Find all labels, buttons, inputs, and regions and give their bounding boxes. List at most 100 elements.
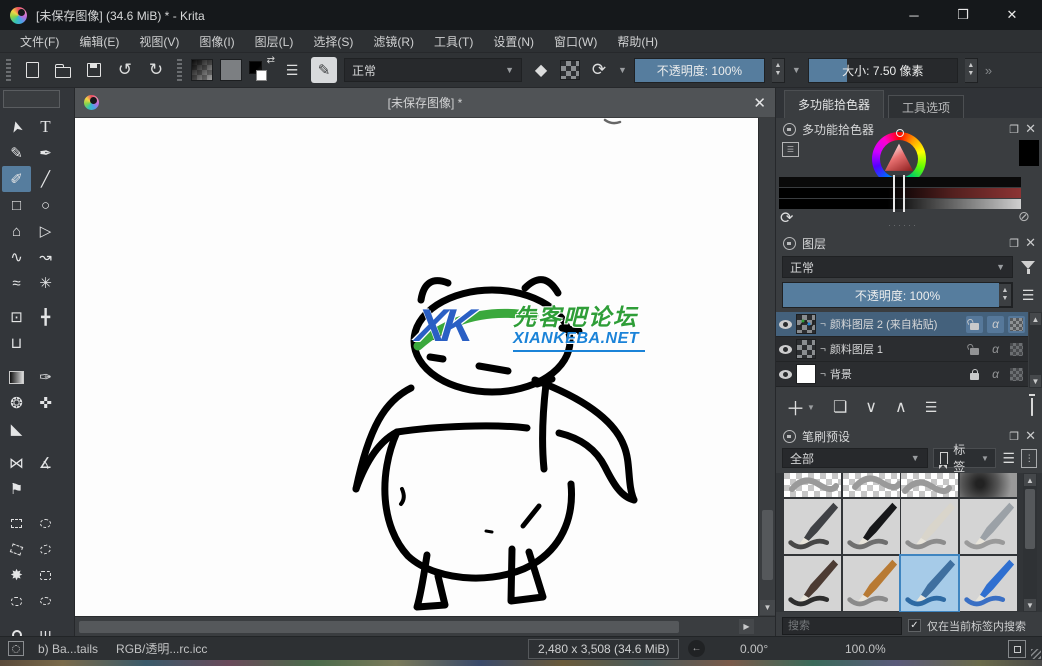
visibility-eye-icon[interactable] bbox=[779, 345, 792, 354]
bar-handles[interactable] bbox=[893, 175, 905, 212]
vertical-scroll-thumb[interactable] bbox=[762, 510, 773, 580]
menu-image[interactable]: 图像(I) bbox=[189, 33, 244, 50]
preset-filter-dropdown[interactable]: 全部 ▼ bbox=[782, 448, 928, 468]
layer-thumbnail[interactable] bbox=[796, 314, 816, 334]
saturation-triangle[interactable] bbox=[884, 143, 914, 174]
layer-opacity-spinner[interactable]: ▲▼ bbox=[999, 283, 1012, 307]
delete-layer-button[interactable] bbox=[1031, 398, 1033, 416]
layer-opacity-slider[interactable]: 不透明度: 100% ▲▼ bbox=[782, 282, 1013, 308]
color-settings-icon[interactable]: ☰ bbox=[782, 142, 799, 157]
brush-preset-pen-silver[interactable] bbox=[960, 499, 1017, 554]
tool-crop[interactable]: ⊔ bbox=[2, 330, 31, 356]
layer-thumbnail[interactable] bbox=[796, 339, 816, 359]
duplicate-layer-button[interactable]: ❏ bbox=[833, 397, 847, 417]
tool-freehand-select[interactable] bbox=[31, 536, 60, 562]
tool-bezier-select[interactable] bbox=[2, 588, 31, 614]
brush-preset-watercolor-blue-selected[interactable] bbox=[901, 556, 958, 611]
refresh-colors-icon[interactable]: ⟳ bbox=[780, 208, 793, 228]
minimize-button[interactable]: ─ bbox=[894, 0, 934, 30]
layer-lock-icon[interactable] bbox=[966, 341, 983, 358]
add-layer-button[interactable]: ＋ bbox=[786, 394, 805, 421]
tab-advanced-color-selector[interactable]: 多功能拾色器 bbox=[784, 90, 884, 118]
tool-polygon[interactable]: ⌂ bbox=[2, 218, 31, 244]
tool-polygonal-select[interactable] bbox=[2, 536, 31, 562]
visibility-eye-icon[interactable] bbox=[779, 370, 792, 379]
tool-reference-images[interactable]: ⚑ bbox=[2, 476, 31, 502]
swap-colors-icon[interactable]: ⇄ bbox=[267, 55, 275, 66]
menu-select[interactable]: 选择(S) bbox=[303, 33, 363, 50]
docker-lock-icon[interactable] bbox=[783, 123, 796, 136]
brush-preset-oil-brush-orange[interactable] bbox=[843, 556, 900, 611]
float-docker-icon[interactable]: ❐ bbox=[1009, 430, 1019, 443]
reload-dropdown-icon[interactable]: ▼ bbox=[618, 65, 627, 75]
scroll-up-icon[interactable]: ▲ bbox=[1024, 474, 1036, 486]
canvas-rotation-icon[interactable]: ← bbox=[688, 640, 705, 657]
open-document-button[interactable] bbox=[51, 58, 75, 82]
tool-smart-patch[interactable]: ✜ bbox=[31, 390, 60, 416]
tool-magnetic-select[interactable] bbox=[31, 588, 60, 614]
tool-dynamic-brush[interactable]: ≈ bbox=[2, 270, 31, 296]
brush-preset-ink-pen-dark[interactable] bbox=[784, 499, 841, 554]
tool-rectangle[interactable]: □ bbox=[2, 192, 31, 218]
search-in-tag-checkbox[interactable]: ✓ bbox=[908, 619, 921, 632]
undo-icon[interactable]: ↺ bbox=[113, 58, 137, 82]
close-button[interactable]: ✕ bbox=[992, 0, 1032, 30]
float-docker-icon[interactable]: ❐ bbox=[1009, 123, 1019, 136]
tool-text[interactable]: T bbox=[31, 114, 60, 140]
inherit-alpha-icon[interactable] bbox=[1008, 366, 1025, 383]
alpha-lock-icon[interactable]: α bbox=[987, 366, 1004, 383]
tool-calligraphy[interactable]: ✒ bbox=[31, 140, 60, 166]
brush-preset-eraser-circle[interactable] bbox=[784, 473, 841, 497]
menu-edit[interactable]: 编辑(E) bbox=[69, 33, 129, 50]
visibility-eye-icon[interactable] bbox=[779, 320, 792, 329]
canvas[interactable]: XK 先客吧论坛 XIANKEBA.NET bbox=[75, 118, 758, 616]
redo-icon[interactable]: ↻ bbox=[144, 58, 168, 82]
close-docker-icon[interactable]: ✕ bbox=[1025, 121, 1036, 137]
tag-button[interactable]: 标签 ▼ bbox=[933, 448, 996, 468]
tool-rectangular-select[interactable] bbox=[2, 510, 31, 536]
menu-layer[interactable]: 图层(L) bbox=[245, 33, 304, 50]
toolbar-grip2[interactable] bbox=[177, 59, 182, 81]
alpha-lock-icon[interactable]: α bbox=[987, 341, 1004, 358]
brush-preset-pencil-blue[interactable] bbox=[960, 556, 1017, 611]
background-color-swatch[interactable] bbox=[256, 70, 267, 81]
scroll-down-icon[interactable]: ▼ bbox=[760, 600, 775, 615]
menu-filter[interactable]: 滤镜(R) bbox=[363, 33, 424, 50]
toolbox-handle[interactable] bbox=[3, 90, 60, 108]
canvas-vertical-scrollbar[interactable]: ▼ bbox=[758, 118, 775, 616]
docker-lock-icon[interactable] bbox=[783, 430, 796, 443]
inherit-alpha-icon[interactable] bbox=[1008, 316, 1025, 333]
layer-lock-icon[interactable] bbox=[966, 366, 983, 383]
opacity-slider[interactable]: 不透明度: 100% bbox=[634, 58, 765, 83]
eraser-mode-icon[interactable]: ◆ bbox=[529, 58, 553, 82]
toolbar-overflow-chevron[interactable]: » bbox=[985, 63, 992, 78]
choices-icon[interactable]: ☰ bbox=[280, 58, 304, 82]
menu-file[interactable]: 文件(F) bbox=[10, 33, 69, 50]
brush-preset-eraser-curve[interactable] bbox=[843, 473, 900, 497]
menu-help[interactable]: 帮助(H) bbox=[607, 33, 668, 50]
inherit-alpha-icon[interactable] bbox=[1008, 341, 1025, 358]
gradient-chooser-button[interactable] bbox=[191, 59, 213, 81]
canvas-horizontal-scrollbar[interactable]: ▶ bbox=[75, 616, 775, 636]
new-document-button[interactable] bbox=[20, 58, 44, 82]
tool-edit-shapes[interactable]: ✎ bbox=[2, 140, 31, 166]
close-docker-icon[interactable]: ✕ bbox=[1025, 235, 1036, 251]
add-layer-dropdown-icon[interactable]: ▼ bbox=[807, 403, 815, 412]
size-slider[interactable]: 大小: 7.50 像素 bbox=[808, 58, 958, 83]
display-mode-icon[interactable]: ☰ bbox=[1001, 450, 1016, 467]
layer-list-scrollbar[interactable]: ▲ ▼ bbox=[1029, 312, 1042, 388]
selection-status-icon[interactable] bbox=[8, 641, 24, 656]
preset-scroll-thumb[interactable] bbox=[1025, 489, 1035, 549]
layer-row[interactable]: ⌐ 颜料图层 2 (来自粘贴) α bbox=[776, 312, 1028, 337]
window-resize-grip[interactable] bbox=[1031, 649, 1041, 659]
reload-preset-icon[interactable]: ⟳ bbox=[587, 58, 611, 82]
tool-line[interactable]: ╱ bbox=[31, 166, 60, 192]
brush-preset-airbrush-soft[interactable] bbox=[960, 473, 1017, 497]
tool-transform[interactable]: ⊡ bbox=[2, 304, 31, 330]
tool-contiguous-select[interactable] bbox=[31, 562, 60, 588]
layer-row[interactable]: ⌐ 背景 α bbox=[776, 362, 1028, 387]
blend-mode-dropdown[interactable]: 正常 ▼ bbox=[344, 58, 522, 82]
opacity-spinner[interactable]: ▲▼ bbox=[772, 58, 785, 83]
horizontal-scroll-thumb[interactable] bbox=[79, 621, 679, 633]
brush-preset-eraser-soft[interactable] bbox=[901, 473, 958, 497]
